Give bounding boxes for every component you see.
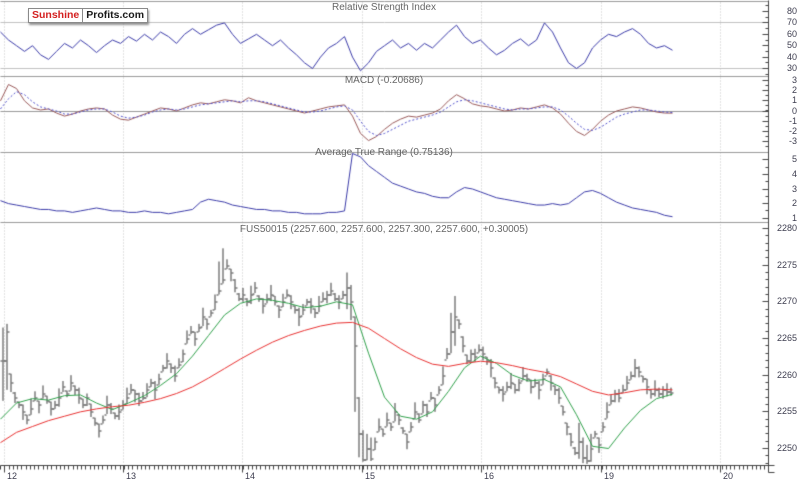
x-axis-label: 15: [365, 471, 375, 481]
y-axis-label: -3: [767, 136, 797, 146]
logo-text-sunshine: Sunshine: [29, 9, 83, 22]
y-axis-label: 2260: [767, 370, 797, 380]
y-axis-label: 60: [767, 29, 797, 39]
x-axis-label: 12: [7, 471, 17, 481]
x-axis-label: 16: [484, 471, 494, 481]
x-axis-label: 19: [604, 471, 614, 481]
y-axis-label: 2270: [767, 296, 797, 306]
macd-panel-title: MACD (-0.20686): [0, 75, 768, 86]
y-axis-label: 2: [767, 198, 797, 208]
y-axis-label: 30: [767, 63, 797, 73]
x-axis-label: 13: [126, 471, 136, 481]
y-axis-label: 50: [767, 40, 797, 50]
y-axis-label: 0: [767, 106, 797, 116]
x-axis-label: 20: [723, 471, 733, 481]
y-axis-label: 2250: [767, 443, 797, 453]
y-axis-label: 70: [767, 17, 797, 27]
y-axis-label: 5: [767, 154, 797, 164]
price-panel-title: FUS50015 (2257.600, 2257.600, 2257.300, …: [0, 224, 768, 235]
y-axis-label: 80: [767, 6, 797, 16]
y-axis-label: 2275: [767, 260, 797, 270]
logo-text-profits: Profits.com: [83, 9, 147, 22]
y-axis-label: -2: [767, 126, 797, 136]
sunshine-profits-logo[interactable]: Sunshine Profits.com: [28, 8, 148, 23]
y-axis-label: 3: [767, 184, 797, 194]
chart-canvas: [0, 0, 800, 486]
y-axis-label: 1: [767, 213, 797, 223]
y-axis-label: 4: [767, 169, 797, 179]
y-axis-label: 3: [767, 75, 797, 85]
y-axis-label: 2265: [767, 333, 797, 343]
chart-window: Relative Strength Index MACD (-0.20686) …: [0, 0, 800, 486]
y-axis-label: 2255: [767, 406, 797, 416]
y-axis-label: -1: [767, 116, 797, 126]
y-axis-label: 40: [767, 52, 797, 62]
y-axis-label: 1: [767, 95, 797, 105]
y-axis-label: 2: [767, 85, 797, 95]
atr-panel-title: Average True Range (0.75136): [0, 147, 768, 158]
x-axis-label: 14: [245, 471, 255, 481]
y-axis-label: 2280: [767, 223, 797, 233]
